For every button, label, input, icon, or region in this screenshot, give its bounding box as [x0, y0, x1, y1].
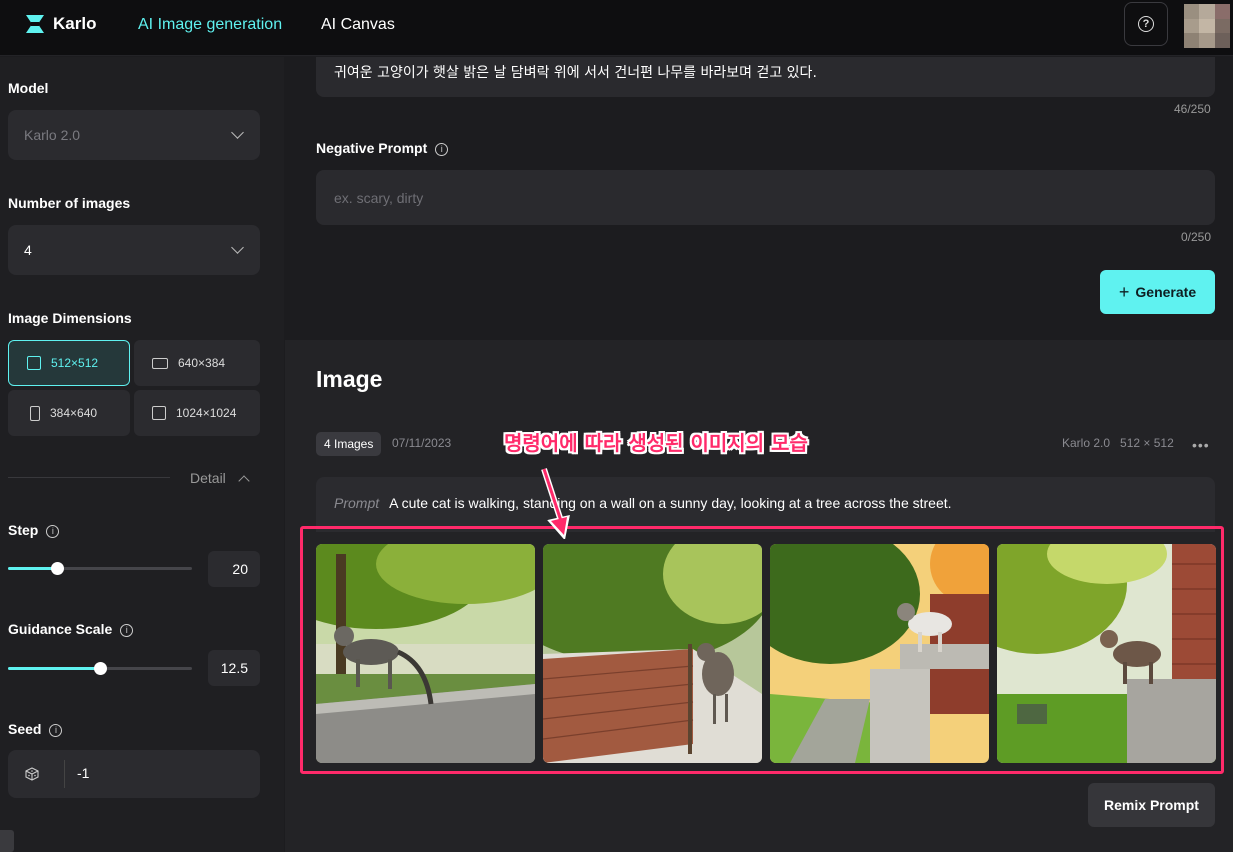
- seed-value: -1: [77, 765, 90, 781]
- num-images-value: 4: [24, 242, 32, 258]
- dimension-384x640-button[interactable]: 384×640: [8, 390, 130, 436]
- info-icon[interactable]: i: [435, 142, 449, 156]
- chevron-up-icon[interactable]: [238, 475, 250, 487]
- chevron-down-icon: [231, 126, 244, 139]
- prompt-input[interactable]: 귀여운 고양이가 햇살 밝은 날 담벼락 위에 서서 건너편 나무를 바라보며 …: [316, 57, 1215, 97]
- nav-ai-image-generation[interactable]: AI Image generation: [138, 16, 282, 34]
- landscape-icon: [152, 357, 168, 369]
- step-slider-handle[interactable]: [51, 562, 64, 575]
- more-options-icon[interactable]: •••: [1192, 437, 1210, 453]
- seed-label: Seed i: [8, 721, 63, 737]
- square-icon: [27, 356, 41, 370]
- collapse-handle[interactable]: [0, 830, 14, 852]
- prompt-counter: 46/250: [1174, 102, 1211, 116]
- chevron-down-icon: [231, 241, 244, 254]
- karlo-logo-icon: [26, 15, 44, 33]
- annotation-caption: 명령어에 따라 생성된 이미지의 모습: [504, 431, 808, 455]
- generation-form: 귀여운 고양이가 햇살 밝은 날 담벼락 위에 서서 건너편 나무를 바라보며 …: [285, 57, 1233, 339]
- guidance-label: Guidance Scale i: [8, 621, 134, 637]
- top-nav: Karlo AI Image generation AI Canvas ?: [0, 0, 1233, 56]
- plus-icon: +: [1118, 281, 1130, 302]
- generate-label: Generate: [1135, 284, 1197, 300]
- result-date: 07/11/2023: [392, 436, 452, 450]
- dimension-512-label: 512×512: [51, 356, 99, 370]
- step-value[interactable]: 20: [208, 551, 260, 587]
- dimension-1024-button[interactable]: 1024×1024: [134, 390, 260, 436]
- step-slider[interactable]: [8, 562, 192, 575]
- dice-icon[interactable]: [25, 767, 39, 781]
- annotation-highlight-box: [300, 526, 1224, 774]
- model-select[interactable]: Karlo 2.0: [8, 110, 260, 160]
- annotation-arrow-icon: [541, 468, 570, 539]
- help-circle-icon: ?: [1138, 16, 1154, 32]
- prompt-text: A cute cat is walking, standing on a wal…: [389, 495, 952, 511]
- dimension-384x640-label: 384×640: [50, 406, 98, 420]
- negative-prompt-label: Negative Prompt i: [316, 140, 449, 156]
- detail-toggle[interactable]: Detail: [190, 470, 226, 486]
- avatar[interactable]: [1184, 4, 1230, 48]
- info-icon[interactable]: i: [46, 524, 60, 538]
- info-icon[interactable]: i: [49, 723, 63, 737]
- guidance-slider[interactable]: [8, 662, 192, 675]
- step-label: Step i: [8, 522, 60, 538]
- dimension-1024-label: 1024×1024: [176, 406, 237, 420]
- model-label: Model: [8, 80, 49, 96]
- dimensions-label: Image Dimensions: [8, 310, 132, 326]
- info-icon[interactable]: i: [120, 623, 134, 637]
- portrait-icon: [30, 405, 40, 421]
- count-badge: 4 Images: [316, 432, 382, 456]
- brand-logo[interactable]: Karlo: [25, 14, 96, 34]
- section-title: Image: [316, 366, 383, 392]
- num-images-select[interactable]: 4: [8, 225, 260, 275]
- nav-ai-canvas[interactable]: AI Canvas: [321, 16, 395, 34]
- num-images-label: Number of images: [8, 195, 131, 211]
- negative-counter: 0/250: [1181, 230, 1212, 244]
- result-prompt: Prompt A cute cat is walking, standing on…: [316, 477, 1215, 532]
- seed-input[interactable]: -1: [8, 750, 260, 798]
- square-icon: [152, 406, 166, 420]
- prompt-label: Prompt: [334, 495, 380, 511]
- model-value: Karlo 2.0: [24, 127, 81, 143]
- divider: [64, 760, 65, 788]
- guidance-value[interactable]: 12.5: [208, 650, 260, 686]
- result-meta: Karlo 2.0 512 × 512: [1062, 436, 1174, 450]
- remix-prompt-button[interactable]: Remix Prompt: [1088, 783, 1215, 827]
- brand-name: Karlo: [53, 14, 97, 33]
- dimension-640x384-label: 640×384: [178, 356, 226, 370]
- guidance-slider-handle[interactable]: [94, 662, 107, 675]
- dimension-640x384-button[interactable]: 640×384: [134, 340, 260, 386]
- help-button[interactable]: ?: [1124, 2, 1168, 46]
- divider: [8, 477, 170, 478]
- generate-button[interactable]: + Generate: [1100, 270, 1215, 314]
- dimension-512-button[interactable]: 512×512: [8, 340, 130, 386]
- settings-sidebar: Model Karlo 2.0 Number of images 4 Image…: [0, 57, 284, 852]
- negative-prompt-input[interactable]: ex. scary, dirty: [316, 170, 1215, 225]
